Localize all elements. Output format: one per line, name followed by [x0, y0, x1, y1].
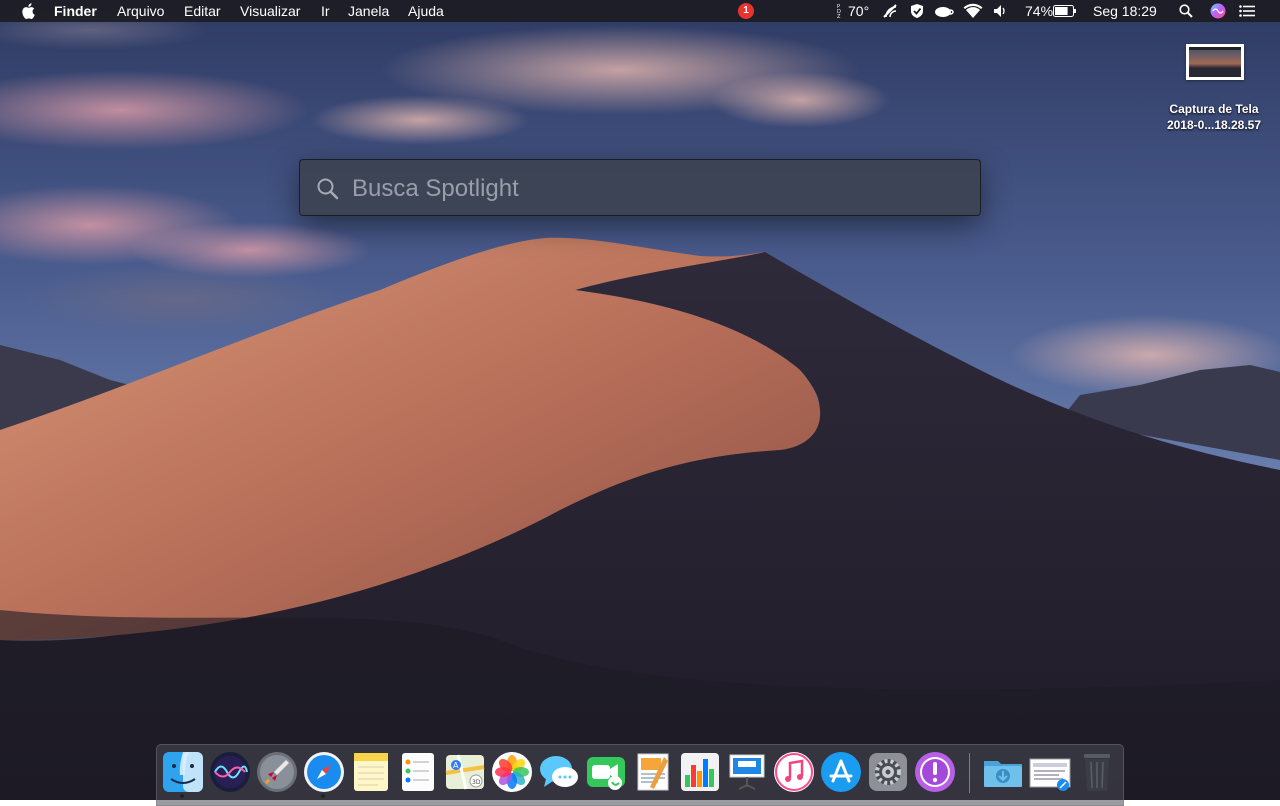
dock-siri[interactable] [209, 751, 251, 793]
notes-icon [354, 753, 388, 791]
finder-icon [163, 752, 203, 792]
svg-text:3D: 3D [472, 779, 481, 786]
coffee-cup-icon[interactable] [933, 2, 955, 20]
menu-bar: Finder Arquivo Editar Visualizar Ir Jane… [0, 0, 1280, 22]
volume-icon[interactable] [992, 2, 1008, 20]
dock-app-store[interactable] [820, 751, 862, 793]
menu-arquivo[interactable]: Arquivo [117, 0, 164, 22]
music-note-icon [774, 752, 814, 792]
screenshot-thumbnail [1186, 44, 1244, 80]
rocket-icon [257, 752, 297, 792]
search-icon [316, 177, 340, 201]
dock-messages[interactable] [538, 751, 580, 793]
downloads-folder-icon [984, 761, 1022, 787]
reminders-icon [402, 753, 434, 791]
spotlight-panel [299, 159, 981, 216]
notification-center-icon[interactable] [1238, 2, 1256, 20]
facetime-icon [587, 757, 625, 790]
weather-icon[interactable]: PDZ [835, 2, 845, 20]
running-indicator-finder [180, 794, 184, 798]
battery-percent[interactable]: 74% [1025, 0, 1053, 22]
siri-app-icon [210, 752, 250, 792]
dock-screenshot-stack[interactable] [1029, 751, 1071, 793]
dock-keynote[interactable] [726, 751, 768, 793]
running-indicator-safari [321, 794, 325, 798]
network-radar-icon[interactable] [881, 2, 899, 20]
dock-separator [969, 753, 970, 793]
gear-icon [869, 753, 907, 791]
pages-icon [637, 753, 669, 791]
desktop-wallpaper [0, 0, 1280, 800]
compass-icon [304, 752, 344, 792]
temperature-readout[interactable]: 70° [848, 0, 869, 22]
exclamation-icon [915, 752, 955, 792]
menu-editar[interactable]: Editar [184, 0, 221, 22]
dock-finder[interactable] [162, 751, 204, 793]
menu-app-finder[interactable]: Finder [54, 0, 97, 22]
shield-icon[interactable] [908, 2, 926, 20]
menu-janela[interactable]: Janela [348, 0, 389, 22]
dock-facetime[interactable] [585, 751, 627, 793]
trash-icon [1084, 754, 1110, 791]
battery-fill [1055, 7, 1068, 15]
dock-photos[interactable] [491, 751, 533, 793]
numbers-icon [681, 753, 719, 791]
dock-itunes[interactable] [773, 751, 815, 793]
keynote-icon [729, 754, 765, 790]
screenshot-file-icon [1029, 758, 1071, 791]
dock-safari[interactable] [303, 751, 345, 793]
app-store-icon [821, 752, 861, 792]
menu-ajuda[interactable]: Ajuda [408, 0, 444, 22]
dock-numbers[interactable] [679, 751, 721, 793]
dock: A 3D [156, 744, 1124, 806]
dock-downloads-folder[interactable] [982, 751, 1024, 793]
spotlight-search-icon[interactable] [1178, 2, 1194, 20]
wifi-icon[interactable] [962, 2, 984, 20]
battery-icon[interactable] [1052, 2, 1078, 20]
photos-icon [492, 752, 532, 792]
menubar-clock[interactable]: Seg 18:29 [1093, 0, 1157, 22]
dock-trash[interactable] [1076, 751, 1118, 793]
desktop-file-name-line2: 2018-0...18.28.57 [1166, 118, 1262, 132]
svg-text:Z: Z [837, 14, 841, 20]
svg-text:A: A [453, 761, 459, 770]
dock-launchpad[interactable] [256, 751, 298, 793]
siri-icon[interactable] [1209, 2, 1227, 20]
dock-reminders[interactable] [397, 751, 439, 793]
system-preferences-badge: 1 [738, 3, 754, 19]
dock-feedback-assistant[interactable] [914, 751, 956, 793]
apple-icon[interactable] [20, 2, 36, 20]
dock-maps[interactable]: A 3D [444, 751, 486, 793]
dock-pages[interactable] [632, 751, 674, 793]
menu-ir[interactable]: Ir [321, 0, 330, 22]
dock-system-preferences[interactable] [867, 751, 909, 793]
dock-notes[interactable] [350, 751, 392, 793]
map-icon: A 3D [445, 754, 485, 790]
desktop-file-name-line1: Captura de Tela [1169, 102, 1259, 116]
menu-visualizar[interactable]: Visualizar [240, 0, 300, 22]
spotlight-search-input[interactable] [350, 170, 954, 208]
messages-icon [540, 756, 578, 787]
